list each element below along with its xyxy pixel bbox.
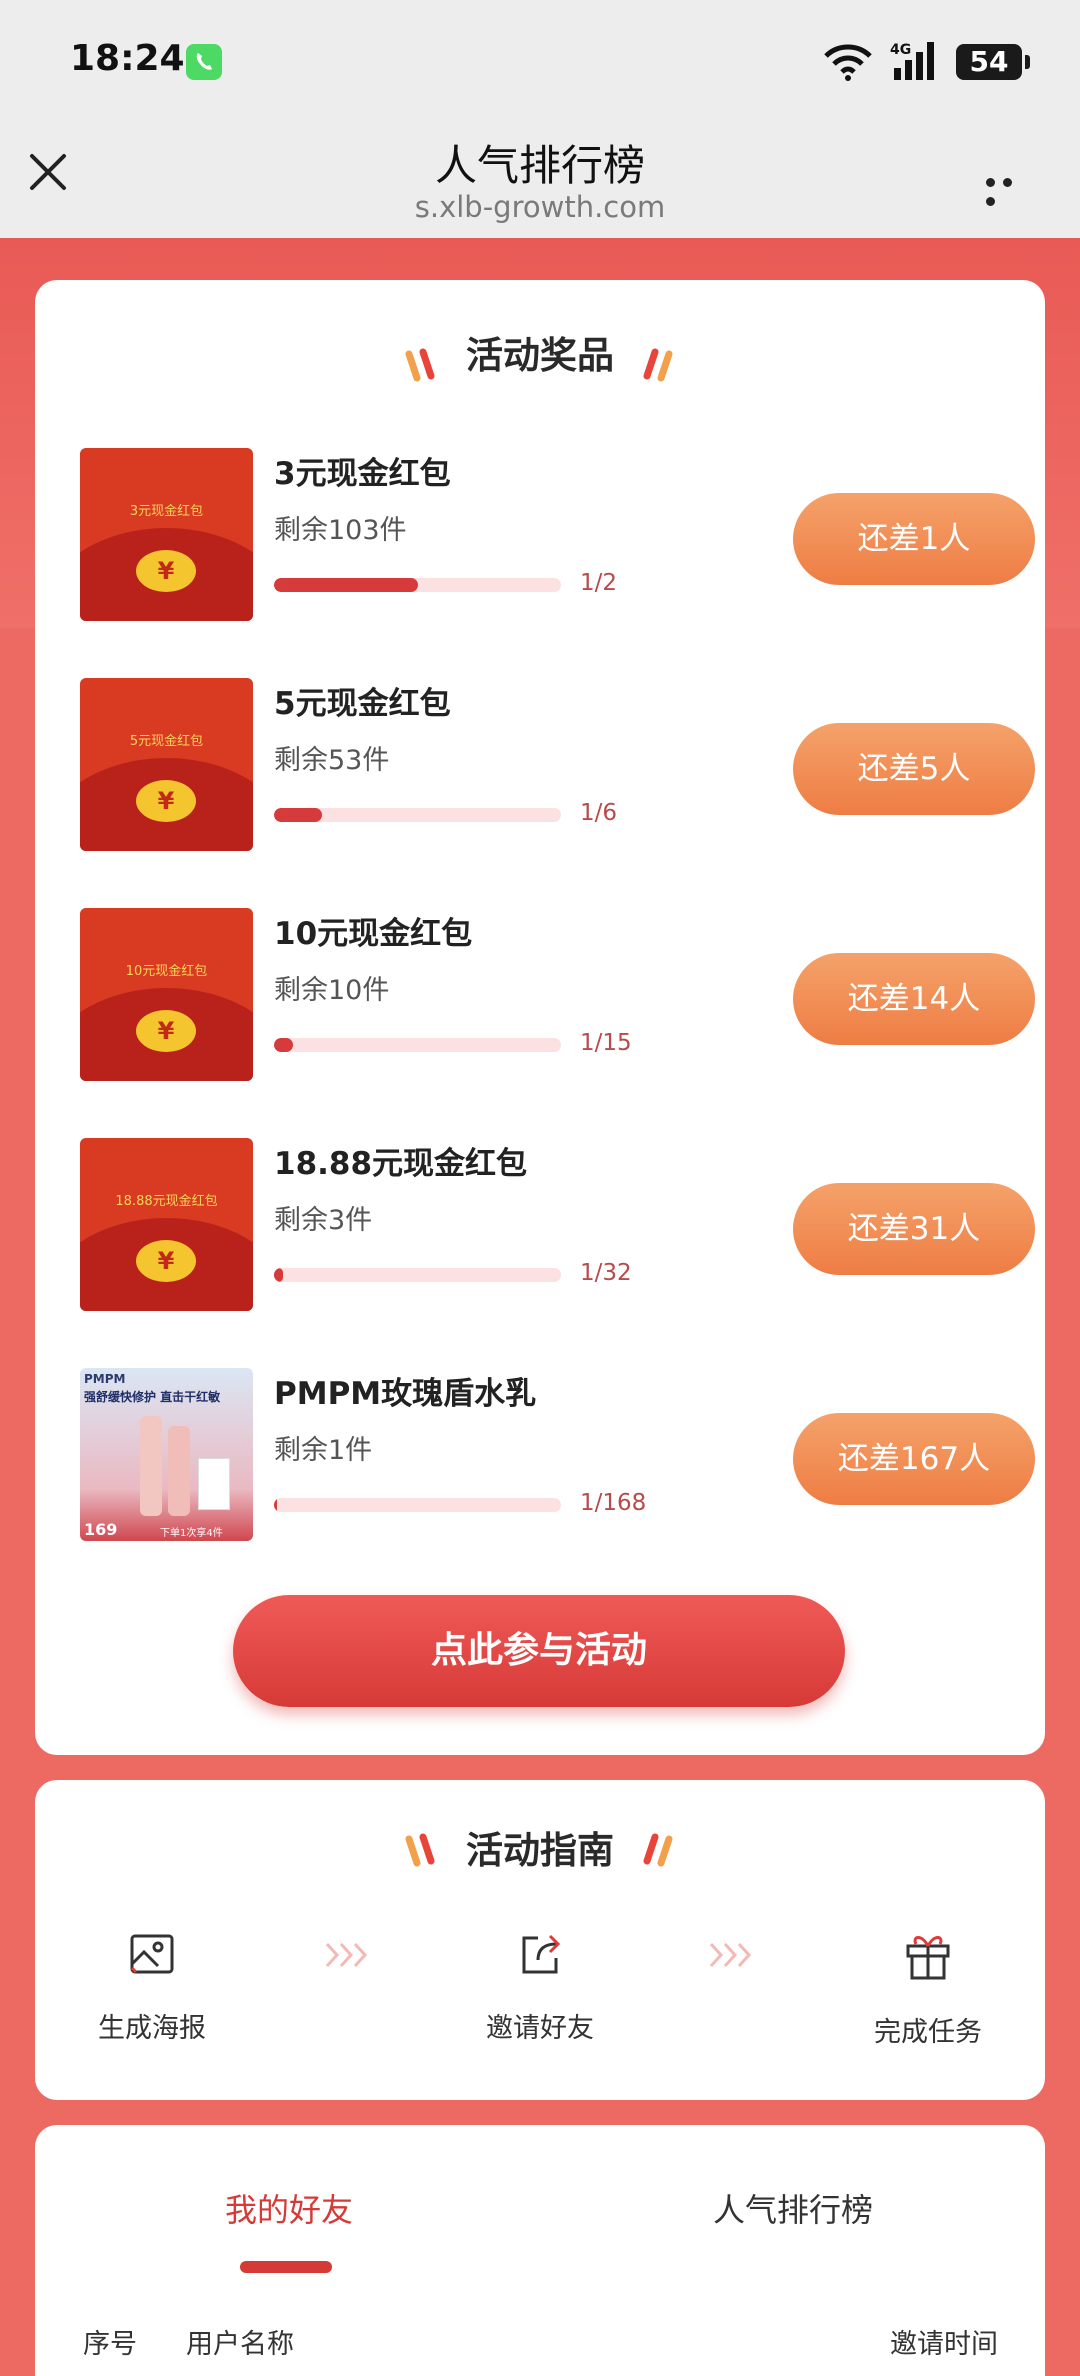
join-activity-button[interactable]: 点此参与活动 <box>233 1595 845 1707</box>
invite-needed-button[interactable]: 还差167人 <box>793 1413 1035 1505</box>
prize-name: 18.88元现金红包 <box>274 1146 528 1182</box>
battery-icon: 54 <box>956 44 1030 80</box>
column-header-username: 用户名称 <box>186 2329 294 2360</box>
invite-needed-button[interactable]: 还差5人 <box>793 723 1035 815</box>
prize-row: PMPM 强舒缓快修护 直击干红敏 169 下单1次享4件 PMPM玫瑰盾水乳 … <box>80 1368 1035 1543</box>
prize-remaining: 剩余53件 <box>274 745 390 776</box>
prize-remaining: 剩余103件 <box>274 515 407 546</box>
progress-bar <box>274 808 561 822</box>
guide-step-complete-task: 完成任务 <box>828 1930 1028 2049</box>
chevrons-right-icon <box>709 1942 752 1968</box>
invite-needed-button[interactable]: 还差31人 <box>793 1183 1035 1275</box>
svg-text:4G: 4G <box>890 42 911 58</box>
prize-name: 3元现金红包 <box>274 456 451 492</box>
nav-bar: 人气排行榜 s.xlb-growth.com <box>0 122 1080 238</box>
prize-row: 18.88元现金红包 ¥ 18.88元现金红包 剩余3件 1/32 还差31人 <box>80 1138 1035 1313</box>
yuan-coin-icon: ¥ <box>136 1010 196 1052</box>
guide-card: 活动指南 生成海报 邀请好友 完成任务 <box>35 1780 1045 2100</box>
decoration-right-icon <box>643 1833 673 1867</box>
guide-step-invite-friends: 邀请好友 <box>440 1930 640 2045</box>
prize-remaining: 剩余10件 <box>274 975 390 1006</box>
page-url: s.xlb-growth.com <box>414 190 666 224</box>
red-envelope-image: 18.88元现金红包 ¥ <box>80 1138 253 1311</box>
progress-text: 1/32 <box>580 1260 632 1286</box>
status-time: 18:24 <box>70 38 185 79</box>
prize-row: 5元现金红包 ¥ 5元现金红包 剩余53件 1/6 还差5人 <box>80 678 1035 853</box>
yuan-coin-icon: ¥ <box>136 1240 196 1282</box>
red-envelope-image: 10元现金红包 ¥ <box>80 908 253 1081</box>
active-tab-indicator <box>240 2261 332 2273</box>
progress-bar <box>274 1268 561 1282</box>
prize-name: PMPM玫瑰盾水乳 <box>274 1376 537 1412</box>
friends-card: 我的好友 人气排行榜 序号 用户名称 邀请时间 <box>35 2125 1045 2376</box>
red-envelope-image: 5元现金红包 ¥ <box>80 678 253 851</box>
progress-text: 1/15 <box>580 1030 632 1056</box>
prizes-card: 活动奖品 3元现金红包 ¥ 3元现金红包 剩余103件 1/2 还差1人 5元现… <box>35 280 1045 1755</box>
status-bar: 18:24 4G 54 <box>0 0 1080 122</box>
gift-icon <box>906 1936 950 1980</box>
prize-name: 5元现金红包 <box>274 686 451 722</box>
column-header-index: 序号 <box>83 2329 137 2360</box>
progress-bar <box>274 578 561 592</box>
progress-text: 1/168 <box>580 1490 647 1516</box>
share-icon <box>522 1934 561 1974</box>
invite-needed-button[interactable]: 还差14人 <box>793 953 1035 1045</box>
chevrons-right-icon <box>325 1942 368 1968</box>
prize-row: 10元现金红包 ¥ 10元现金红包 剩余10件 1/15 还差14人 <box>80 908 1035 1083</box>
yuan-coin-icon: ¥ <box>136 550 196 592</box>
invite-needed-button[interactable]: 还差1人 <box>793 493 1035 585</box>
page-title: 人气排行榜 <box>434 141 645 190</box>
yuan-coin-icon: ¥ <box>136 780 196 822</box>
prize-remaining: 剩余3件 <box>274 1205 373 1236</box>
prize-name: 10元现金红包 <box>274 916 473 952</box>
wifi-icon <box>824 44 872 81</box>
prize-remaining: 剩余1件 <box>274 1435 373 1466</box>
product-image: PMPM 强舒缓快修护 直击干红敏 169 下单1次享4件 <box>80 1368 253 1541</box>
image-icon <box>130 1934 174 1974</box>
red-envelope-image: 3元现金红包 ¥ <box>80 448 253 621</box>
guide-step-generate-poster: 生成海报 <box>52 1930 252 2045</box>
tab-my-friends[interactable]: 我的好友 <box>225 2185 353 2231</box>
progress-text: 1/6 <box>580 800 618 826</box>
column-header-invite-time: 邀请时间 <box>890 2329 998 2360</box>
decoration-right-icon <box>643 348 673 382</box>
progress-bar <box>274 1498 561 1512</box>
progress-text: 1/2 <box>580 570 618 596</box>
phone-call-icon <box>186 44 222 80</box>
guide-heading: 活动指南 <box>466 1829 614 1872</box>
progress-bar <box>274 1038 561 1052</box>
prize-row: 3元现金红包 ¥ 3元现金红包 剩余103件 1/2 还差1人 <box>80 448 1035 623</box>
more-options-icon[interactable] <box>986 172 1036 206</box>
tab-popularity-ranking[interactable]: 人气排行榜 <box>713 2185 873 2231</box>
cellular-signal-icon: 4G <box>890 42 934 80</box>
prizes-heading: 活动奖品 <box>466 334 614 377</box>
